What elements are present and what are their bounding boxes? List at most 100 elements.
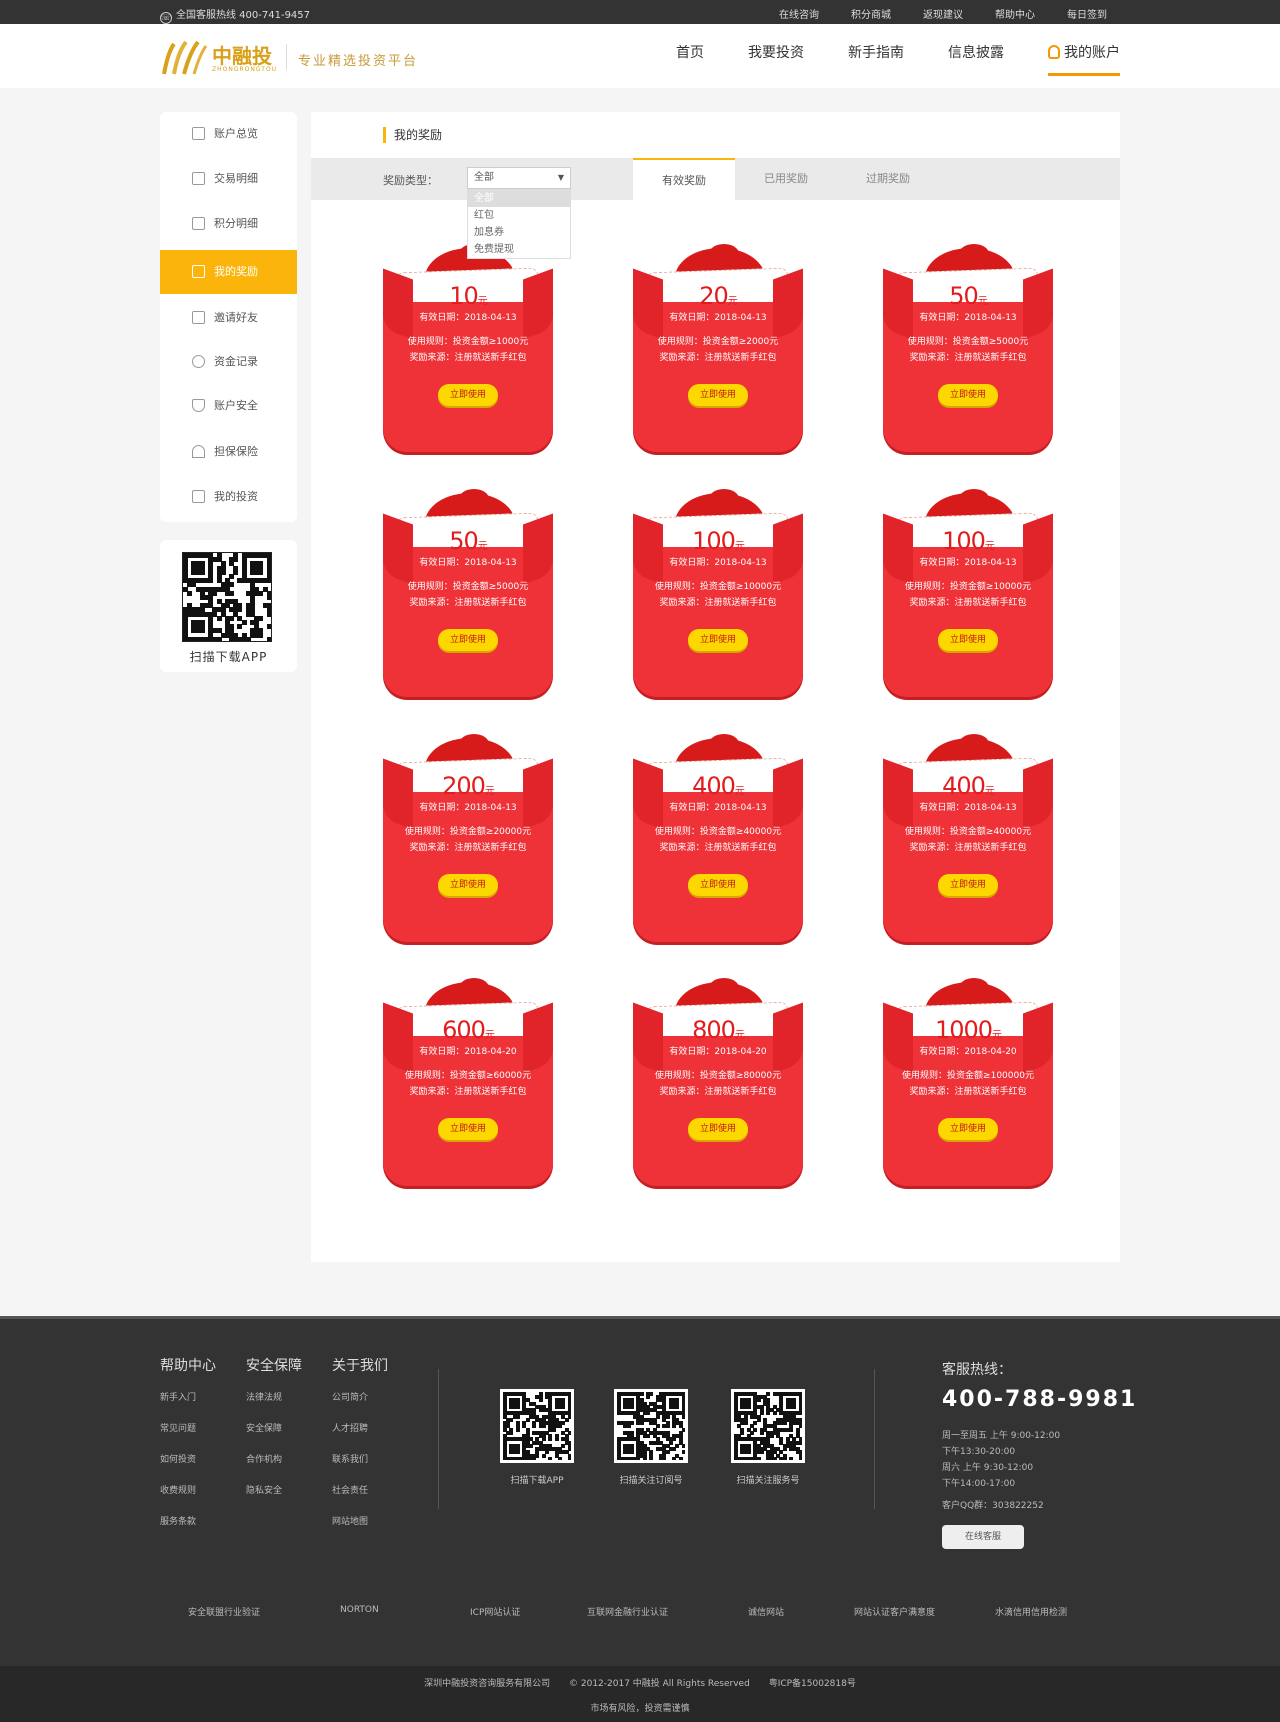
footer-link[interactable]: 网站地图	[332, 1513, 388, 1544]
top-link-checkin[interactable]: 每日签到	[1051, 6, 1123, 21]
footer-link[interactable]: 服务条款	[160, 1513, 216, 1544]
reward-envelope: 100元 有效日期：2018-04-13 使用规则：投资金额≥10000元 奖励来源：…	[633, 489, 803, 699]
tab-expired[interactable]: 过期奖励	[837, 158, 939, 200]
cert-badge[interactable]: 水滴信用信用检测	[995, 1605, 1067, 1618]
use-now-button[interactable]: 立即使用	[438, 1118, 498, 1140]
dropdown-option-coupon[interactable]: 加息券	[468, 224, 570, 241]
footer-link[interactable]: 如何投资	[160, 1451, 216, 1482]
qr-module	[649, 1456, 654, 1460]
cert-badge[interactable]: ICP网站认证	[470, 1605, 520, 1618]
qr-module	[626, 1424, 631, 1429]
qr-module	[515, 1404, 520, 1409]
footer-col-title: 帮助中心	[160, 1358, 216, 1374]
footer-link[interactable]: 新手入门	[160, 1389, 216, 1420]
sidebar-item-points[interactable]: 积分明细	[160, 202, 297, 246]
nav-home[interactable]: 首页	[676, 24, 704, 88]
footer-link[interactable]: 法律法规	[246, 1389, 302, 1420]
footer-link[interactable]: 社会责任	[332, 1482, 388, 1513]
sidebar-item-funds[interactable]: 资金记录	[160, 340, 297, 384]
use-now-button[interactable]: 立即使用	[688, 1118, 748, 1140]
reward-envelope: 20元 有效日期：2018-04-13 使用规则：投资金额≥2000元 奖励来源：注册…	[633, 244, 803, 454]
cert-badge[interactable]: 诚信网站	[748, 1605, 784, 1618]
use-now-button[interactable]: 立即使用	[938, 1118, 998, 1140]
risk-warning: 市场有风险，投资需谨慎	[590, 1704, 690, 1714]
qr-module	[532, 1456, 537, 1460]
qr-module	[515, 1427, 520, 1432]
qr-module	[541, 1453, 546, 1458]
dropdown-option-free-withdraw[interactable]: 免费提现	[468, 241, 570, 258]
tab-used[interactable]: 已用奖励	[735, 158, 837, 200]
use-now-button[interactable]: 立即使用	[438, 629, 498, 651]
footer-link[interactable]: 公司简介	[332, 1389, 388, 1420]
use-now-button[interactable]: 立即使用	[688, 629, 748, 651]
icp-number[interactable]: 粤ICP备15002818号	[769, 1679, 856, 1689]
use-now-button[interactable]: 立即使用	[688, 384, 748, 406]
use-now-button[interactable]: 立即使用	[938, 384, 998, 406]
cert-badge[interactable]: 网站认证客户满意度	[854, 1605, 935, 1618]
qr-module	[678, 1456, 683, 1460]
dropdown-option-all[interactable]: 全部	[468, 190, 570, 207]
footer-link[interactable]: 合作机构	[246, 1451, 302, 1482]
reward-source: 奖励来源：注册就送新手红包	[659, 1087, 777, 1097]
top-link-feedback[interactable]: 返现建议	[907, 6, 979, 21]
sidebar-item-overview[interactable]: 账户总览	[160, 112, 297, 156]
sidebar-item-rewards[interactable]: 我的奖励	[160, 250, 297, 294]
amount-unit: 元	[992, 1030, 1002, 1041]
amount-value: 200	[442, 772, 486, 800]
nav-invest[interactable]: 我要投资	[748, 24, 804, 88]
qr-module	[187, 590, 193, 596]
qr-module	[759, 1430, 764, 1435]
envelope-flap-tip	[459, 489, 489, 509]
qr-module	[646, 1395, 651, 1400]
nav-disclosure[interactable]: 信息披露	[948, 24, 1004, 88]
qr-module	[551, 1427, 556, 1432]
sidebar-item-my-investments[interactable]: 我的投资	[160, 475, 297, 519]
umbrella-icon	[192, 445, 205, 458]
reward-amount: 200元	[397, 772, 539, 800]
sidebar-item-invite[interactable]: 邀请好友	[160, 296, 297, 340]
footer-link[interactable]: 隐私安全	[246, 1482, 302, 1513]
footer-link[interactable]: 常见问题	[160, 1420, 216, 1451]
sidebar-item-transactions[interactable]: 交易明细	[160, 157, 297, 201]
use-now-button[interactable]: 立即使用	[438, 384, 498, 406]
logo[interactable]: 中融投 ZHONGRONGTOU 专业精选投资平台	[160, 38, 420, 78]
footer-link[interactable]: 收费规则	[160, 1482, 216, 1513]
reward-type-dropdown: 全部 红包 加息券 免费提现	[467, 189, 571, 259]
online-service-button[interactable]: 在线客服	[942, 1525, 1024, 1549]
reward-type-select[interactable]: 全部 ▼	[467, 167, 571, 189]
qr-label: 扫描关注服务号	[736, 1476, 800, 1486]
use-now-button[interactable]: 立即使用	[438, 874, 498, 896]
envelope-flap-tip	[459, 978, 489, 998]
envelope-body	[383, 1036, 553, 1186]
footer-link[interactable]: 人才招聘	[332, 1420, 388, 1451]
amount-unit: 元	[484, 786, 495, 797]
sidebar-item-insurance[interactable]: 担保保险	[160, 430, 297, 474]
nav-guide[interactable]: 新手指南	[848, 24, 904, 88]
top-link-consult[interactable]: 在线咨询	[763, 6, 835, 21]
footer-link[interactable]: 联系我们	[332, 1451, 388, 1482]
copyright: © 2012-2017 中融投 All Rights Reserved	[569, 1679, 750, 1689]
qr-module	[766, 1411, 771, 1416]
top-link-help[interactable]: 帮助中心	[979, 6, 1051, 21]
sidebar-item-security[interactable]: 账户安全	[160, 384, 297, 428]
reward-amount: 400元	[647, 772, 789, 800]
envelope-body	[633, 547, 803, 697]
reward-envelope: 600元 有效日期：2018-04-20 使用规则：投资金额≥60000元 奖励来源：…	[383, 978, 553, 1188]
tab-valid[interactable]: 有效奖励	[633, 158, 735, 200]
use-now-button[interactable]: 立即使用	[938, 874, 998, 896]
qr-module	[639, 1421, 644, 1426]
nav-my-account[interactable]: 我的账户	[1048, 24, 1120, 88]
cert-badge[interactable]: NORTON	[340, 1605, 379, 1615]
footer-qr-service: 扫描关注服务号	[731, 1389, 805, 1486]
qr-module	[538, 1398, 543, 1403]
reward-rule: 使用规则：投资金额≥20000元	[404, 827, 532, 837]
dropdown-option-redpacket[interactable]: 红包	[468, 207, 570, 224]
list-icon	[192, 217, 205, 230]
cert-badge[interactable]: 互联网金融行业认证	[587, 1605, 668, 1618]
use-now-button[interactable]: 立即使用	[688, 874, 748, 896]
top-link-points-mall[interactable]: 积分商城	[835, 6, 907, 21]
footer-link[interactable]: 安全保障	[246, 1420, 302, 1451]
cert-badge[interactable]: 安全联盟行业验证	[188, 1605, 260, 1618]
envelope-flap-tip	[709, 489, 739, 509]
use-now-button[interactable]: 立即使用	[938, 629, 998, 651]
